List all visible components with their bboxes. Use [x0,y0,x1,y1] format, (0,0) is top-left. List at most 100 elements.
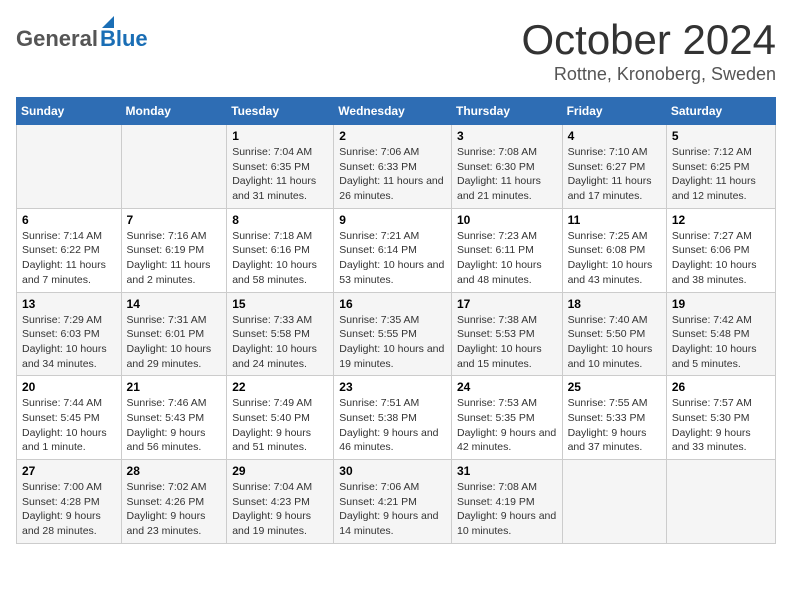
day-number: 15 [232,297,328,311]
day-info: Sunrise: 7:57 AMSunset: 5:30 PMDaylight:… [672,396,770,455]
day-info: Sunrise: 7:08 AMSunset: 6:30 PMDaylight:… [457,145,557,204]
col-header-tuesday: Tuesday [227,98,334,125]
day-number: 14 [127,297,222,311]
day-number: 28 [127,464,222,478]
day-cell [17,125,122,209]
day-cell: 25Sunrise: 7:55 AMSunset: 5:33 PMDayligh… [562,376,666,460]
day-info: Sunrise: 7:46 AMSunset: 5:43 PMDaylight:… [127,396,222,455]
day-number: 18 [568,297,661,311]
day-number: 27 [22,464,116,478]
day-cell: 29 Sunrise: 7:04 AMSunset: 4:23 PMDayligh… [227,460,334,544]
day-cell: 26 Sunrise: 7:57 AMSunset: 5:30 PMDayligh… [666,376,775,460]
day-info: Sunrise: 7:38 AMSunset: 5:53 PMDaylight:… [457,313,557,372]
day-number: 26 [672,380,770,394]
column-headers: SundayMondayTuesdayWednesdayThursdayFrid… [17,98,776,125]
day-cell: 15 Sunrise: 7:33 AMSunset: 5:58 PMDayligh… [227,292,334,376]
day-number: 20 [22,380,116,394]
day-info: Sunrise: 7:06 AMSunset: 6:33 PMDaylight:… [339,145,446,204]
day-cell: 1Sunrise: 7:04 AMSunset: 6:35 PMDaylight… [227,125,334,209]
day-number: 2 [339,129,446,143]
day-cell: 27 Sunrise: 7:00 AMSunset: 4:28 PMDayligh… [17,460,122,544]
day-number: 13 [22,297,116,311]
day-info: Sunrise: 7:44 AMSunset: 5:45 PMDaylight:… [22,396,116,455]
day-info: Sunrise: 7:04 AMSunset: 4:23 PMDaylight:… [232,480,328,539]
day-number: 30 [339,464,446,478]
day-cell: 10Sunrise: 7:23 AMSunset: 6:11 PMDayligh… [451,208,562,292]
day-number: 23 [339,380,446,394]
day-info: Sunrise: 7:51 AMSunset: 5:38 PMDaylight:… [339,396,446,455]
day-info: Sunrise: 7:14 AMSunset: 6:22 PMDaylight:… [22,229,116,288]
day-number: 16 [339,297,446,311]
day-info: Sunrise: 7:49 AMSunset: 5:40 PMDaylight:… [232,396,328,455]
day-cell: 12 Sunrise: 7:27 AMSunset: 6:06 PMDayligh… [666,208,775,292]
col-header-saturday: Saturday [666,98,775,125]
week-row-2: 6 Sunrise: 7:14 AMSunset: 6:22 PMDaylight… [17,208,776,292]
day-cell: 9 Sunrise: 7:21 AMSunset: 6:14 PMDaylight… [334,208,452,292]
week-row-3: 13 Sunrise: 7:29 AMSunset: 6:03 PMDayligh… [17,292,776,376]
day-number: 1 [232,129,328,143]
logo-general: General [16,28,98,50]
day-info: Sunrise: 7:00 AMSunset: 4:28 PMDaylight:… [22,480,116,539]
day-cell: 23 Sunrise: 7:51 AMSunset: 5:38 PMDayligh… [334,376,452,460]
week-row-4: 20 Sunrise: 7:44 AMSunset: 5:45 PMDayligh… [17,376,776,460]
day-cell: 17 Sunrise: 7:38 AMSunset: 5:53 PMDayligh… [451,292,562,376]
day-number: 7 [127,213,222,227]
day-info: Sunrise: 7:53 AMSunset: 5:35 PMDaylight:… [457,396,557,455]
day-info: Sunrise: 7:02 AMSunset: 4:26 PMDaylight:… [127,480,222,539]
day-info: Sunrise: 7:40 AMSunset: 5:50 PMDaylight:… [568,313,661,372]
day-number: 29 [232,464,328,478]
day-cell: 30Sunrise: 7:06 AMSunset: 4:21 PMDayligh… [334,460,452,544]
day-number: 6 [22,213,116,227]
day-number: 22 [232,380,328,394]
day-number: 25 [568,380,661,394]
day-cell: 4Sunrise: 7:10 AMSunset: 6:27 PMDaylight… [562,125,666,209]
col-header-thursday: Thursday [451,98,562,125]
day-info: Sunrise: 7:29 AMSunset: 6:03 PMDaylight:… [22,313,116,372]
day-number: 9 [339,213,446,227]
day-cell: 3 Sunrise: 7:08 AMSunset: 6:30 PMDaylight… [451,125,562,209]
day-info: Sunrise: 7:21 AMSunset: 6:14 PMDaylight:… [339,229,446,288]
day-cell: 22 Sunrise: 7:49 AMSunset: 5:40 PMDayligh… [227,376,334,460]
day-number: 31 [457,464,557,478]
day-number: 11 [568,213,661,227]
col-header-sunday: Sunday [17,98,122,125]
day-number: 17 [457,297,557,311]
day-info: Sunrise: 7:27 AMSunset: 6:06 PMDaylight:… [672,229,770,288]
title-block: October 2024 Rottne, Kronoberg, Sweden [521,16,776,85]
day-cell: 5Sunrise: 7:12 AMSunset: 6:25 PMDaylight… [666,125,775,209]
day-cell: 20 Sunrise: 7:44 AMSunset: 5:45 PMDayligh… [17,376,122,460]
day-info: Sunrise: 7:35 AMSunset: 5:55 PMDaylight:… [339,313,446,372]
day-info: Sunrise: 7:42 AMSunset: 5:48 PMDaylight:… [672,313,770,372]
day-cell: 16 Sunrise: 7:35 AMSunset: 5:55 PMDayligh… [334,292,452,376]
day-cell: 8 Sunrise: 7:18 AMSunset: 6:16 PMDaylight… [227,208,334,292]
day-number: 10 [457,213,557,227]
week-row-1: 1Sunrise: 7:04 AMSunset: 6:35 PMDaylight… [17,125,776,209]
day-info: Sunrise: 7:33 AMSunset: 5:58 PMDaylight:… [232,313,328,372]
day-number: 24 [457,380,557,394]
location: Rottne, Kronoberg, Sweden [521,64,776,85]
day-info: Sunrise: 7:08 AMSunset: 4:19 PMDaylight:… [457,480,557,539]
page-header: General Blue October 2024 Rottne, Kronob… [16,16,776,85]
day-number: 21 [127,380,222,394]
col-header-monday: Monday [121,98,227,125]
day-number: 3 [457,129,557,143]
day-info: Sunrise: 7:25 AMSunset: 6:08 PMDaylight:… [568,229,661,288]
day-number: 12 [672,213,770,227]
col-header-friday: Friday [562,98,666,125]
day-cell [562,460,666,544]
day-info: Sunrise: 7:12 AMSunset: 6:25 PMDaylight:… [672,145,770,204]
day-info: Sunrise: 7:10 AMSunset: 6:27 PMDaylight:… [568,145,661,204]
day-cell [121,125,227,209]
day-number: 8 [232,213,328,227]
calendar-table: SundayMondayTuesdayWednesdayThursdayFrid… [16,97,776,544]
month-title: October 2024 [521,16,776,64]
day-cell [666,460,775,544]
day-info: Sunrise: 7:18 AMSunset: 6:16 PMDaylight:… [232,229,328,288]
day-cell: 18 Sunrise: 7:40 AMSunset: 5:50 PMDayligh… [562,292,666,376]
day-cell: 13 Sunrise: 7:29 AMSunset: 6:03 PMDayligh… [17,292,122,376]
day-cell: 21 Sunrise: 7:46 AMSunset: 5:43 PMDayligh… [121,376,227,460]
day-cell: 14Sunrise: 7:31 AMSunset: 6:01 PMDayligh… [121,292,227,376]
week-row-5: 27 Sunrise: 7:00 AMSunset: 4:28 PMDayligh… [17,460,776,544]
day-info: Sunrise: 7:16 AMSunset: 6:19 PMDaylight:… [127,229,222,288]
logo-blue: Blue [100,28,148,50]
